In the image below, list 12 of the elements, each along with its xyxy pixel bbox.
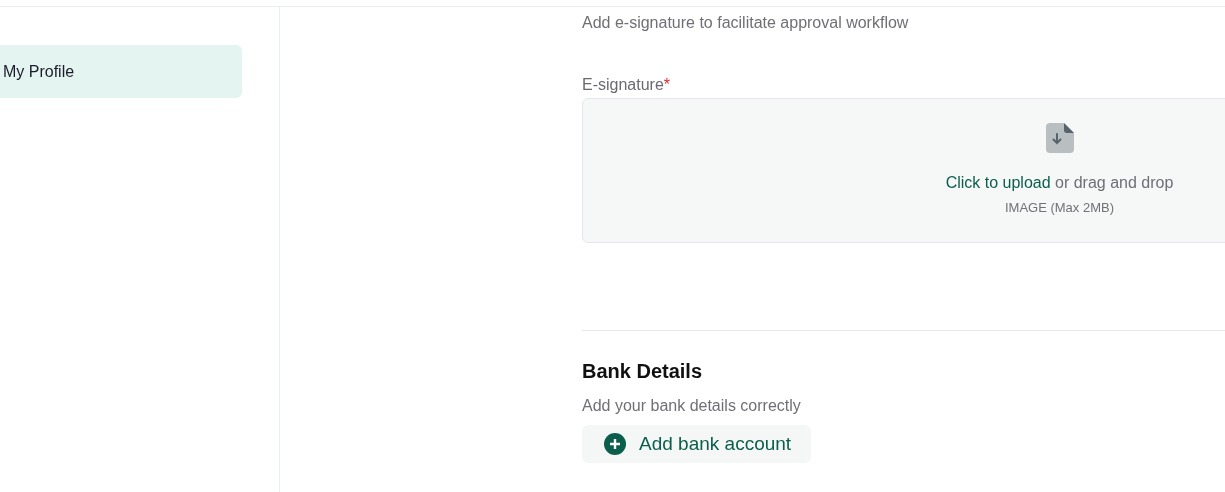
field-label: E-signature* bbox=[582, 76, 672, 94]
section-title: Bank Details bbox=[582, 360, 704, 383]
upload-link[interactable]: Click to upload bbox=[945, 174, 1051, 191]
upload-hint: IMAGE (Max 2MB) bbox=[1004, 200, 1115, 215]
section-description: Add your bank details correctly bbox=[582, 397, 802, 415]
section-description: Add e-signature to facilitate approval workflow bbox=[582, 14, 910, 32]
upload-prompt: Click to upload or drag and drop bbox=[945, 174, 1174, 192]
sidebar-item[interactable]: My Profile bbox=[0, 45, 242, 98]
plus-icon bbox=[604, 433, 626, 455]
add-bank-account-button[interactable]: Add bank account bbox=[582, 425, 812, 463]
file-download-icon bbox=[1043, 121, 1076, 155]
upload-dropzone[interactable]: Click to upload or drag and drop IMAGE (Max 2MB) bbox=[582, 98, 1225, 243]
